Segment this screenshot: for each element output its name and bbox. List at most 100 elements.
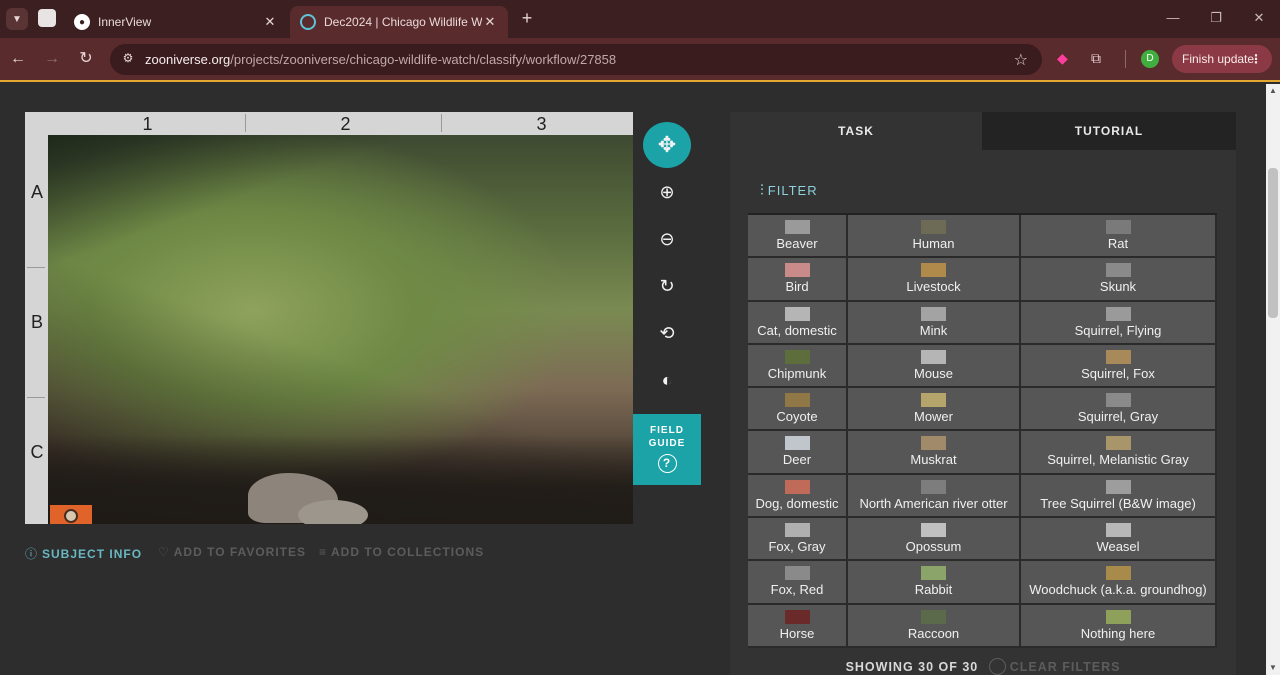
camera-trap-photo[interactable]: [48, 135, 633, 524]
extensions-puzzle-icon[interactable]: ⧉: [1091, 50, 1109, 68]
species-choice-button[interactable]: Opossum: [848, 518, 1021, 562]
move-tool-icon[interactable]: ✥: [643, 122, 691, 168]
species-choice-button[interactable]: Squirrel, Flying: [1021, 301, 1217, 345]
species-choice-button[interactable]: Mink: [848, 301, 1021, 345]
tab-tutorial[interactable]: TUTORIAL: [982, 112, 1236, 150]
species-choice-button[interactable]: Rat: [1021, 215, 1217, 259]
species-label: Bird: [785, 279, 809, 295]
pink-extension-icon[interactable]: ◆: [1057, 50, 1075, 68]
invert-contrast-icon[interactable]: ◐: [643, 357, 691, 403]
species-choice-button[interactable]: North American river otter: [848, 474, 1021, 519]
animal-shape: [298, 500, 368, 524]
species-choice-button[interactable]: Raccoon: [848, 604, 1021, 648]
restore-icon[interactable]: ❐: [1206, 10, 1226, 26]
species-label: Woodchuck (a.k.a. groundhog): [1029, 582, 1207, 598]
species-label: Cat, domestic: [757, 322, 837, 338]
close-window-icon[interactable]: ✕: [1249, 10, 1269, 26]
close-tab-icon[interactable]: ✕: [262, 14, 278, 30]
grid-column-label: 2: [340, 114, 351, 134]
info-icon: ⓘ: [25, 547, 39, 561]
species-thumbnail-icon: [784, 263, 810, 278]
species-label: Squirrel, Gray: [1077, 409, 1159, 425]
help-circle-icon: ?: [657, 454, 677, 473]
minimize-icon[interactable]: —: [1163, 10, 1183, 25]
field-guide-button[interactable]: FIELD GUIDE ?: [633, 414, 701, 485]
results-count: SHOWING 30 OF 30 CLEAR FILTERS: [845, 658, 1121, 675]
species-choice-button[interactable]: Nothing here: [1021, 604, 1217, 648]
species-label: Squirrel, Fox: [1081, 365, 1155, 381]
species-choice-button[interactable]: Squirrel, Gray: [1021, 388, 1217, 432]
zoom-out-icon[interactable]: ⊖: [643, 216, 691, 262]
species-thumbnail-icon: [1105, 479, 1131, 494]
species-choice-button[interactable]: Fox, Red: [748, 561, 848, 605]
species-thumbnail-icon: [1105, 523, 1131, 538]
species-label: Deer: [782, 452, 812, 468]
zoom-in-icon[interactable]: ⊕: [643, 169, 691, 215]
subject-info-button[interactable]: ⓘ SUBJECT INFO: [25, 545, 142, 562]
species-choice-button[interactable]: Dog, domestic: [748, 474, 848, 519]
species-thumbnail-icon: [784, 220, 810, 234]
species-choice-button[interactable]: Tree Squirrel (B&W image): [1021, 474, 1217, 519]
site-settings-icon[interactable]: ⚙: [120, 51, 136, 67]
species-choice-button[interactable]: Human: [848, 215, 1021, 259]
species-choice-button[interactable]: Squirrel, Fox: [1021, 344, 1217, 389]
species-label: Coyote: [776, 409, 818, 425]
profile-avatar[interactable]: D: [1141, 50, 1159, 68]
species-choice-button[interactable]: Chipmunk: [748, 344, 848, 389]
sliders-icon: ⫶: [760, 182, 765, 199]
address-bar[interactable]: ⚙ zooniverse.org/projects/zooniverse/chi…: [110, 44, 1042, 75]
species-choice-button[interactable]: Weasel: [1021, 518, 1217, 562]
scrollbar-thumb[interactable]: [1268, 168, 1278, 318]
species-choice-grid: Beaver Human Rat Bird Livestock Skunk Cat, dom…: [748, 213, 1217, 648]
reset-icon[interactable]: ⟲: [643, 310, 691, 356]
grid-column-label: 1: [142, 114, 153, 134]
add-to-collections-button[interactable]: ≡ ADD TO COLLECTIONS: [319, 545, 484, 559]
scroll-up-arrow-icon[interactable]: ▲: [1266, 84, 1280, 98]
species-thumbnail-icon: [921, 523, 946, 538]
species-label: Horse: [779, 625, 815, 641]
species-choice-button[interactable]: Bird: [748, 258, 848, 302]
scroll-down-arrow-icon[interactable]: ▼: [1266, 661, 1280, 675]
species-choice-button[interactable]: Rabbit: [848, 561, 1021, 605]
species-choice-button[interactable]: Horse: [748, 604, 848, 648]
new-tab-icon[interactable]: +: [516, 7, 538, 29]
species-choice-button[interactable]: Livestock: [848, 258, 1021, 302]
close-tab-icon[interactable]: ✕: [482, 14, 498, 30]
bookmark-star-icon[interactable]: ☆: [1014, 50, 1028, 70]
tab-title: InnerView: [98, 15, 152, 29]
species-thumbnail-icon: [784, 436, 810, 451]
tab-task[interactable]: TASK: [730, 112, 982, 150]
url-text[interactable]: zooniverse.org/projects/zooniverse/chica…: [145, 52, 616, 67]
species-choice-button[interactable]: Skunk: [1021, 258, 1217, 302]
filter-button[interactable]: ⫶ FILTER: [760, 182, 818, 199]
forward-arrow-icon[interactable]: →: [42, 49, 62, 69]
species-choice-button[interactable]: Fox, Gray: [748, 518, 848, 562]
add-to-favorites-button[interactable]: ♡ ADD TO FAVORITES: [158, 545, 306, 559]
species-label: Skunk: [1099, 279, 1137, 295]
page-scrollbar[interactable]: ▲ ▼: [1266, 84, 1280, 675]
species-choice-button[interactable]: Beaver: [748, 215, 848, 259]
browser-tab-chicago-wildlife[interactable]: Dec2024 | Chicago Wildlife Wat ✕: [290, 6, 508, 38]
species-choice-button[interactable]: Muskrat: [848, 431, 1021, 475]
grid-row-label: A: [30, 182, 43, 202]
species-choice-button[interactable]: Deer: [748, 431, 848, 475]
tab-group-icon[interactable]: [38, 9, 56, 27]
species-choice-button[interactable]: Coyote: [748, 388, 848, 432]
browser-tab-bar: ▼ ● InnerView ✕ Dec2024 | Chicago Wildli…: [0, 0, 1280, 38]
rotate-icon[interactable]: ↻: [643, 263, 691, 309]
back-arrow-icon[interactable]: ←: [8, 49, 28, 69]
species-choice-button[interactable]: Mouse: [848, 344, 1021, 389]
browser-tab-innerview[interactable]: ● InnerView ✕: [64, 6, 288, 38]
finish-update-button[interactable]: Finish update ⋮: [1172, 45, 1272, 73]
species-choice-button[interactable]: Squirrel, Melanistic Gray: [1021, 431, 1217, 475]
species-choice-button[interactable]: Mower: [848, 388, 1021, 432]
clear-filters-button[interactable]: CLEAR FILTERS: [988, 658, 1121, 675]
species-choice-button[interactable]: Woodchuck (a.k.a. groundhog): [1021, 561, 1217, 605]
grid-row-label: B: [30, 312, 43, 332]
reload-icon[interactable]: ↻: [76, 49, 96, 69]
clear-icon: [988, 658, 1006, 675]
species-choice-button[interactable]: Cat, domestic: [748, 301, 848, 345]
species-label: Chipmunk: [767, 365, 827, 381]
species-label: Livestock: [906, 279, 961, 295]
tab-search-chevron-icon[interactable]: ▼: [6, 8, 28, 30]
